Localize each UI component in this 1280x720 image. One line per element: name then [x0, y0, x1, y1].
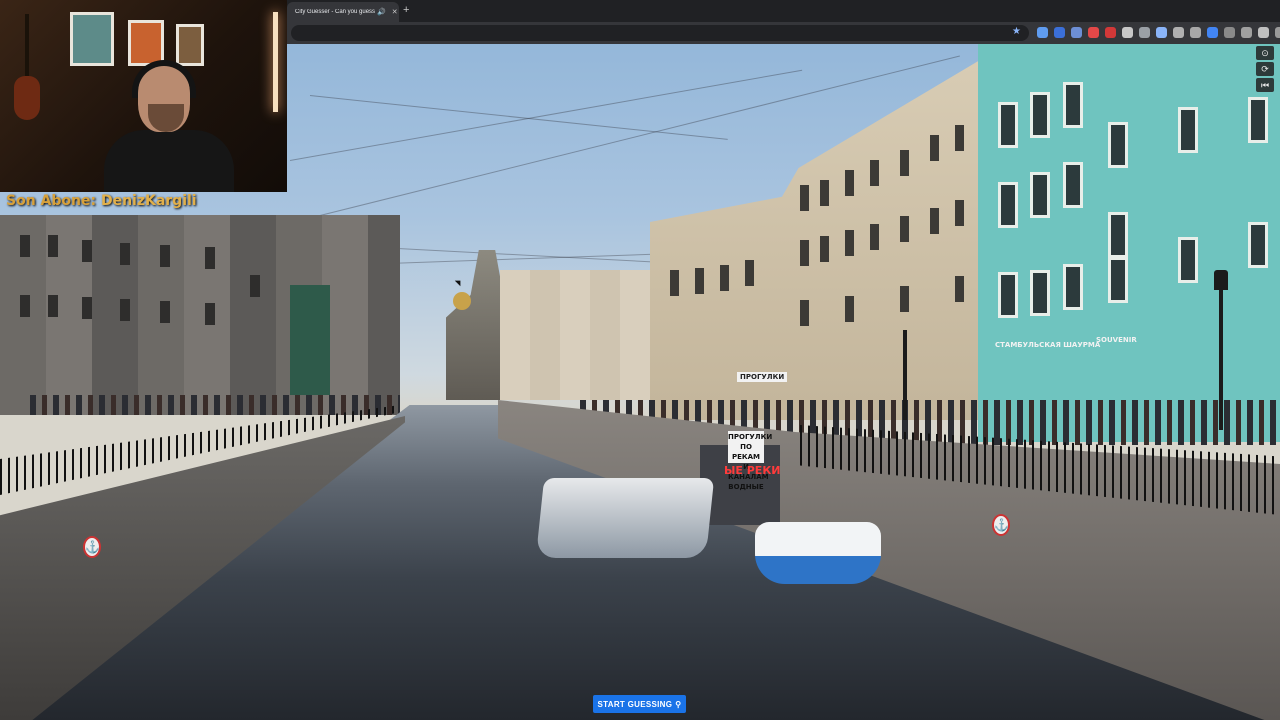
extension-icon[interactable]: [1071, 27, 1082, 38]
small-shop-sign: ПРОГУЛКИ: [737, 372, 788, 382]
right-buildings: [650, 60, 980, 420]
neon-light: [273, 12, 278, 112]
streamer: [104, 60, 234, 192]
tram-wire: [309, 95, 728, 140]
tour-boat: [535, 478, 715, 558]
extension-icon[interactable]: [1088, 27, 1099, 38]
anchor-icon: ⚓: [992, 514, 1010, 536]
address-bar[interactable]: ★: [291, 25, 1029, 41]
compass-icon[interactable]: ⊙: [1256, 46, 1274, 60]
extension-icon[interactable]: [1241, 27, 1252, 38]
tram-wire: [289, 69, 803, 161]
extension-icon[interactable]: [1224, 27, 1235, 38]
gold-dome: [453, 292, 471, 310]
extension-icon[interactable]: [1105, 27, 1116, 38]
wall-picture: [70, 12, 114, 66]
extension-icon[interactable]: [1054, 27, 1065, 38]
extension-icon[interactable]: [1122, 27, 1133, 38]
back-to-start-icon[interactable]: ⏮: [1256, 78, 1274, 92]
start-guessing-label: START GUESSING: [597, 699, 673, 709]
extension-icon[interactable]: [1156, 27, 1167, 38]
bookmark-star-icon[interactable]: ★: [1012, 26, 1021, 37]
extensions-row: ⋮: [1037, 27, 1280, 38]
teal-building: [978, 42, 1280, 442]
webcam-overlay: [0, 0, 287, 192]
subscriber-name: DenizKargili: [100, 193, 197, 209]
start-guessing-button[interactable]: START GUESSING ⚲: [593, 695, 686, 713]
browser-toolbar: ★ ⋮: [287, 22, 1280, 44]
red-neon-sign: ЫЕ РЕКИ: [724, 464, 781, 477]
new-tab-icon[interactable]: +: [403, 4, 409, 16]
extension-icon[interactable]: [1037, 27, 1048, 38]
map-pin-icon: ⚲: [675, 699, 682, 709]
motor-boat: [755, 522, 881, 584]
left-buildings: [0, 215, 400, 415]
street-lamp: [1219, 290, 1223, 430]
extension-icon[interactable]: [1207, 27, 1218, 38]
browser-tab-bar: City Guesser - Can you guess 🔊 ✕ +: [287, 0, 1280, 22]
tab-city-guesser[interactable]: City Guesser - Can you guess 🔊 ✕: [287, 2, 399, 22]
extension-icon[interactable]: [1190, 27, 1201, 38]
extension-icon[interactable]: [1173, 27, 1184, 38]
extension-icon[interactable]: [1258, 27, 1269, 38]
shop-sign-left: СТАМБУЛЬСКАЯ ШАУРМА: [995, 341, 1101, 349]
extension-icon[interactable]: [1275, 27, 1280, 38]
reset-icon[interactable]: ⟳: [1256, 62, 1274, 76]
distant-buildings: [500, 270, 660, 400]
pedestrians-left: [30, 395, 400, 415]
latest-subscriber-label: Son Abone: DenizKargili: [6, 193, 197, 209]
tab-title: City Guesser - Can you guess: [295, 9, 375, 15]
street-view-controls: ⊙ ⟳ ⏮: [1256, 46, 1274, 94]
speaker-icon[interactable]: 🔊: [377, 8, 386, 16]
street-lamp-head: [1214, 270, 1228, 290]
subscriber-caption: Son Abone:: [6, 193, 97, 209]
street-lamp: [903, 330, 907, 420]
mouse-cursor: [454, 277, 464, 287]
shop-sign-right: SOUVENIR: [1096, 336, 1137, 344]
extension-icon[interactable]: [1139, 27, 1150, 38]
kiosk-sign: ПРОГУЛКИ ПО РЕКАМ И КАНАЛАМ ВОДНЫЕ: [728, 431, 773, 491]
guitar: [12, 14, 42, 134]
close-tab-icon[interactable]: ✕: [392, 8, 398, 16]
anchor-icon: ⚓: [83, 536, 101, 558]
